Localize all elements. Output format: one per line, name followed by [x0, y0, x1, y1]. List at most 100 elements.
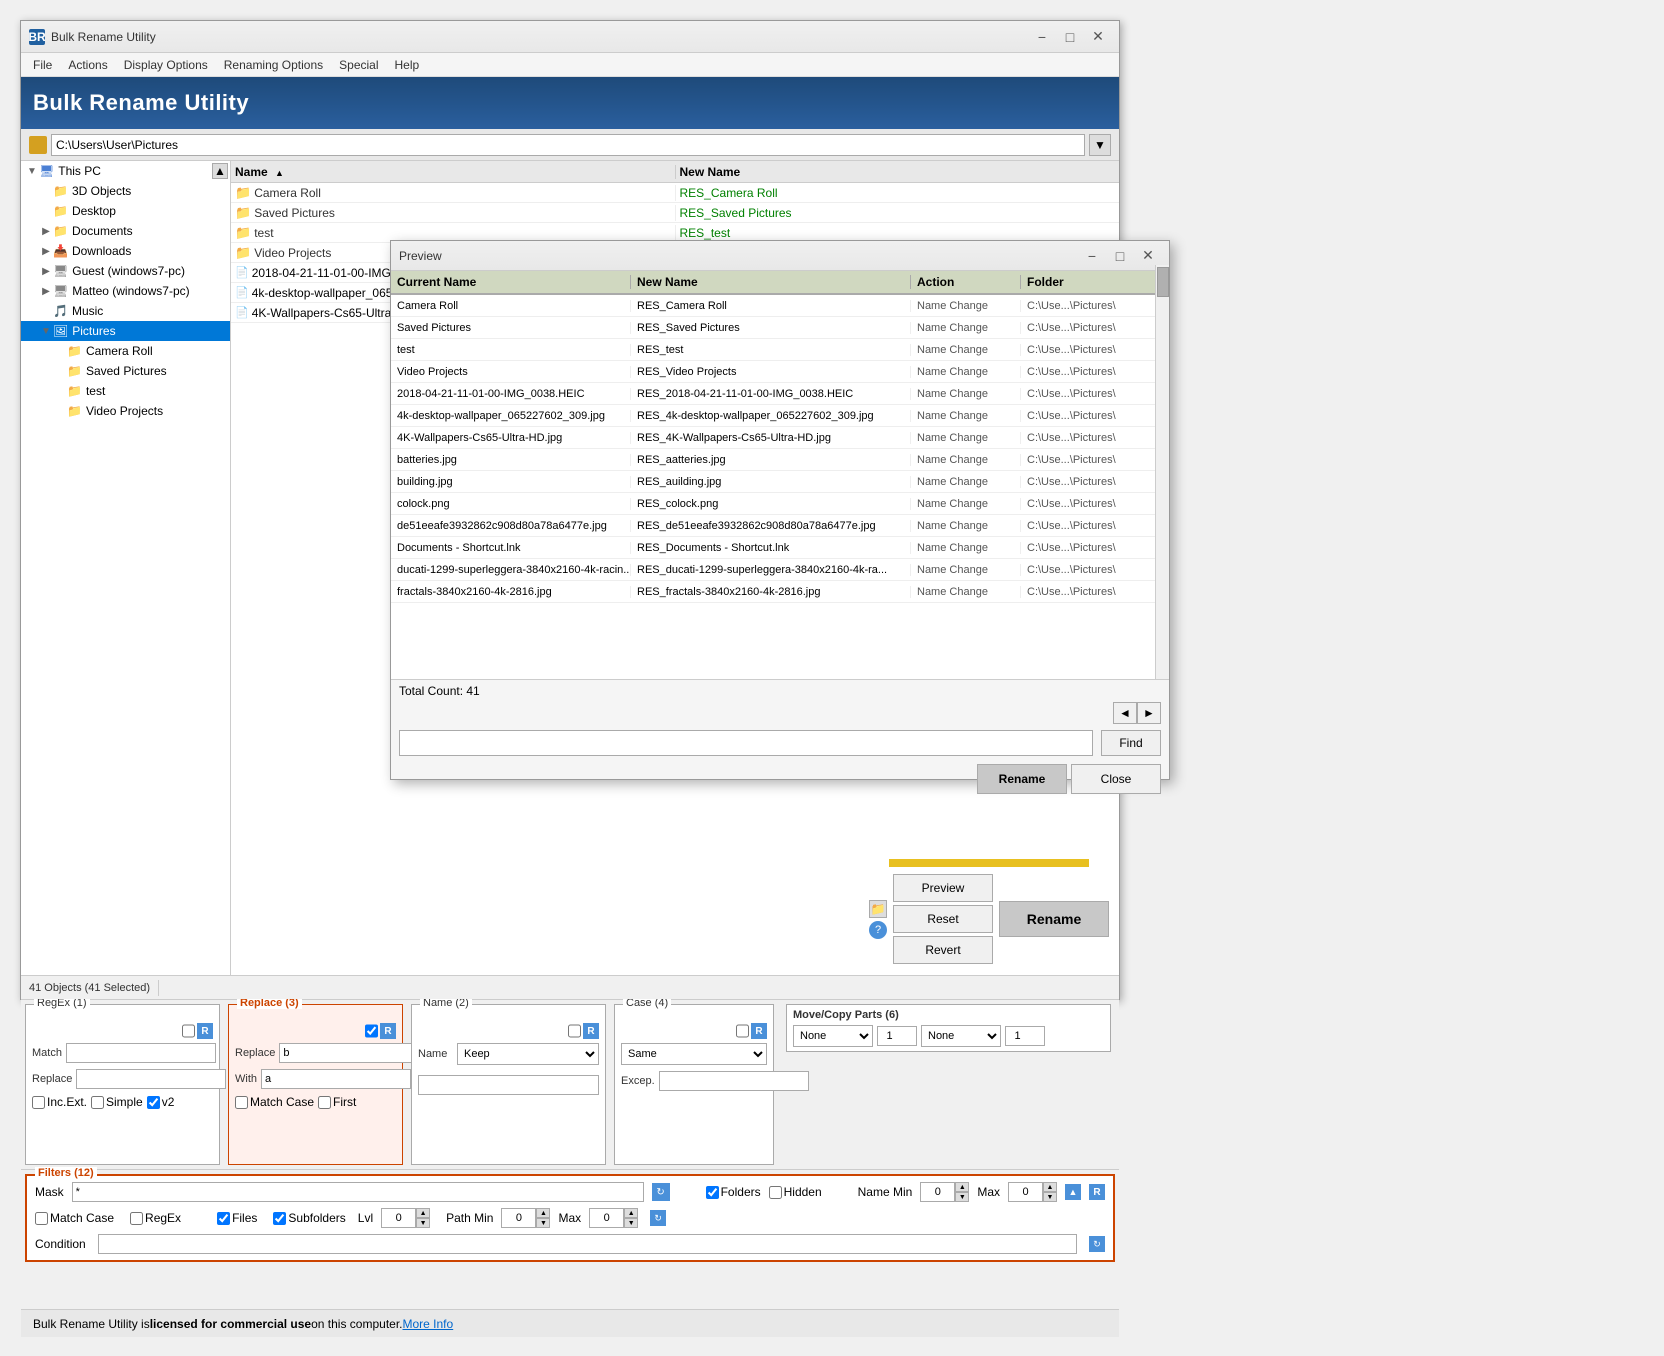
name-r-button[interactable]: R	[583, 1023, 599, 1039]
menu-display-options[interactable]: Display Options	[116, 54, 216, 76]
lvl-down[interactable]: ▼	[416, 1218, 430, 1228]
simple-checkbox[interactable]	[91, 1096, 104, 1109]
name-checkbox-v[interactable]	[568, 1023, 581, 1039]
regex-r-button[interactable]: R	[197, 1023, 213, 1039]
movecopy-num1[interactable]	[877, 1026, 917, 1046]
tree-item-guest[interactable]: ▶ 🖥 Guest (windows7-pc)	[21, 261, 230, 281]
movecopy-select1[interactable]: None Prefix Suffix	[793, 1025, 873, 1047]
file-row[interactable]: 📁Saved Pictures RES_Saved Pictures	[231, 203, 1119, 223]
tree-item-matteo[interactable]: ▶ 🖥 Matteo (windows7-pc)	[21, 281, 230, 301]
tree-item-cameraroll[interactable]: 📁 Camera Roll	[21, 341, 230, 361]
filters-refresh-button[interactable]: ↻	[650, 1210, 666, 1226]
match-case-filter-label[interactable]: Match Case	[35, 1211, 114, 1225]
folders-checkbox-label[interactable]: Folders	[706, 1185, 761, 1199]
preview-search-input[interactable]	[399, 730, 1093, 756]
incext-checkbox-label[interactable]: Inc.Ext.	[32, 1095, 87, 1109]
path-input[interactable]	[51, 134, 1085, 156]
preview-row[interactable]: test RES_test Name Change C:\Use...\Pict…	[391, 339, 1169, 361]
col-newname-header[interactable]: New Name	[676, 165, 1120, 179]
files-checkbox-label[interactable]: Files	[217, 1211, 257, 1225]
movecopy-num2[interactable]	[1005, 1026, 1045, 1046]
name-min-up[interactable]: ▲	[955, 1182, 969, 1192]
path-max-down[interactable]: ▼	[624, 1218, 638, 1228]
condition-input[interactable]	[98, 1234, 1077, 1254]
simple-checkbox-label[interactable]: Simple	[91, 1095, 143, 1109]
hidden-checkbox[interactable]	[769, 1186, 782, 1199]
name-min-down[interactable]: ▼	[955, 1192, 969, 1202]
filter-match-case-checkbox[interactable]	[35, 1212, 48, 1225]
preview-row[interactable]: Video Projects RES_Video Projects Name C…	[391, 361, 1169, 383]
preview-rename-button[interactable]: Rename	[977, 764, 1067, 794]
preview-nav-left[interactable]: ◄	[1113, 702, 1137, 724]
preview-row[interactable]: ducati-1299-superleggera-3840x2160-4k-ra…	[391, 559, 1169, 581]
tree-item-documents[interactable]: ▶ 📁 Documents	[21, 221, 230, 241]
incext-checkbox[interactable]	[32, 1096, 45, 1109]
case-excep-input[interactable]	[659, 1071, 809, 1091]
path-min-input[interactable]	[501, 1208, 536, 1228]
replace-r-button[interactable]: R	[380, 1023, 396, 1039]
more-info-link[interactable]: More Info	[403, 1317, 454, 1331]
preview-row[interactable]: Saved Pictures RES_Saved Pictures Name C…	[391, 317, 1169, 339]
subfolders-checkbox-label[interactable]: Subfolders	[273, 1211, 345, 1225]
preview-find-button[interactable]: Find	[1101, 730, 1161, 756]
folders-checkbox[interactable]	[706, 1186, 719, 1199]
menu-actions[interactable]: Actions	[60, 54, 115, 76]
name-min-input[interactable]	[920, 1182, 955, 1202]
menu-special[interactable]: Special	[331, 54, 386, 76]
tree-item-desktop[interactable]: 📁 Desktop	[21, 201, 230, 221]
preview-row[interactable]: Documents - Shortcut.lnk RES_Documents -…	[391, 537, 1169, 559]
revert-button[interactable]: Revert	[893, 936, 993, 964]
files-checkbox[interactable]	[217, 1212, 230, 1225]
folder-pick-icon[interactable]: 📁	[869, 900, 887, 918]
tree-item-3dobjects[interactable]: 📁 3D Objects	[21, 181, 230, 201]
filter-regex-checkbox[interactable]	[130, 1212, 143, 1225]
tree-item-savedpictures[interactable]: 📁 Saved Pictures	[21, 361, 230, 381]
menu-help[interactable]: Help	[387, 54, 428, 76]
name-max-input[interactable]	[1008, 1182, 1043, 1202]
regex-match-input[interactable]	[66, 1043, 216, 1063]
reset-button[interactable]: Reset	[893, 905, 993, 933]
tree-item-downloads[interactable]: ▶ 📥 Downloads	[21, 241, 230, 261]
preview-row[interactable]: batteries.jpg RES_aatteries.jpg Name Cha…	[391, 449, 1169, 471]
main-close-button[interactable]: ✕	[1085, 27, 1111, 47]
col-name-header[interactable]: Name ▲	[231, 165, 676, 179]
preview-button[interactable]: Preview	[893, 874, 993, 902]
preview-row[interactable]: Camera Roll RES_Camera Roll Name Change …	[391, 295, 1169, 317]
path-max-up[interactable]: ▲	[624, 1208, 638, 1218]
preview-row[interactable]: 4k-desktop-wallpaper_065227602_309.jpg R…	[391, 405, 1169, 427]
help-icon[interactable]: ?	[869, 921, 887, 939]
preview-minimize-button[interactable]: −	[1079, 246, 1105, 266]
match-case-checkbox[interactable]	[235, 1096, 248, 1109]
match-case-checkbox-label[interactable]: Match Case	[235, 1095, 314, 1109]
replace-checkbox-v[interactable]	[365, 1023, 378, 1039]
file-row[interactable]: 📁Camera Roll RES_Camera Roll	[231, 183, 1119, 203]
path-min-down[interactable]: ▼	[536, 1218, 550, 1228]
name-max-up[interactable]: ▲	[1043, 1182, 1057, 1192]
regex-checkbox-v[interactable]	[182, 1023, 195, 1039]
replace-input[interactable]	[279, 1043, 429, 1063]
preview-row[interactable]: de51eeafe3932862c908d80a78a6477e.jpg RES…	[391, 515, 1169, 537]
subfolders-checkbox[interactable]	[273, 1212, 286, 1225]
preview-col-current[interactable]: Current Name	[391, 275, 631, 289]
preview-col-new[interactable]: New Name	[631, 275, 911, 289]
first-checkbox-label[interactable]: First	[318, 1095, 356, 1109]
case-select[interactable]: Same Upper Lower Title	[621, 1043, 767, 1065]
name-select[interactable]: Keep Fixed Remove	[457, 1043, 599, 1065]
tree-item-test[interactable]: 📁 test	[21, 381, 230, 401]
with-input[interactable]	[261, 1069, 411, 1089]
mask-refresh-button[interactable]: ↻	[652, 1183, 670, 1201]
preview-close-button[interactable]: ✕	[1135, 246, 1161, 266]
path-browse-button[interactable]: ▼	[1089, 134, 1111, 156]
v2-checkbox-label[interactable]: v2	[147, 1095, 175, 1109]
filters-scroll-up[interactable]: ▲	[1065, 1184, 1081, 1200]
regex-replace-input[interactable]	[76, 1069, 226, 1089]
tree-item-pictures[interactable]: ▼ 🖼 Pictures	[21, 321, 230, 341]
main-rename-button[interactable]: Rename	[999, 901, 1109, 937]
filters-r-button[interactable]: R	[1089, 1184, 1105, 1200]
minimize-button[interactable]: −	[1029, 27, 1055, 47]
regex-filter-label[interactable]: RegEx	[130, 1211, 181, 1225]
menu-file[interactable]: File	[25, 54, 60, 76]
lvl-input[interactable]	[381, 1208, 416, 1228]
preview-scrollbar[interactable]	[1155, 265, 1169, 679]
preview-col-folder[interactable]: Folder	[1021, 275, 1169, 289]
